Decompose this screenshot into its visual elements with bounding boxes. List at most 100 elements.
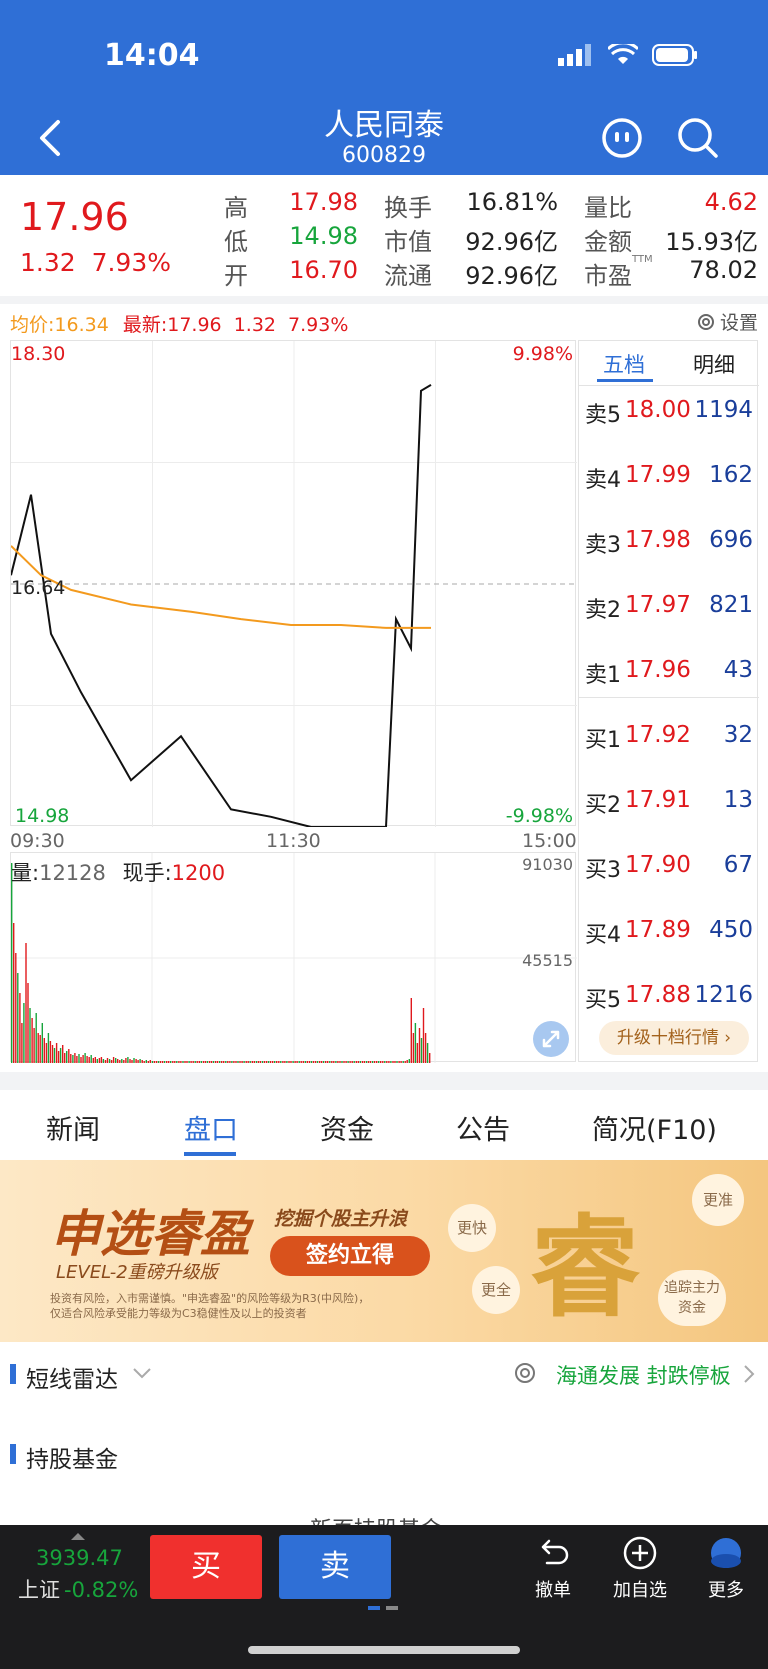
- divider: [0, 1072, 768, 1090]
- volume-chart[interactable]: 量:12128 现手:1200 91030 45515: [10, 852, 577, 1063]
- bid-row[interactable]: 买3 17.90 67: [579, 846, 759, 886]
- intraday-chart[interactable]: 18.30 16.64 14.98 9.98% -9.98%: [10, 340, 577, 827]
- tab-news[interactable]: 新闻: [46, 1108, 100, 1147]
- ask-row[interactable]: 卖2 17.97 821: [579, 586, 759, 626]
- volume-bar: [412, 1033, 415, 1063]
- wifi-icon: [608, 44, 638, 64]
- expand-chart-button[interactable]: [533, 1021, 569, 1057]
- volume-bar: [376, 1061, 378, 1063]
- holding-funds-row[interactable]: 持股基金: [0, 1440, 768, 1490]
- volume-bar: [98, 1058, 101, 1063]
- search-icon[interactable]: [676, 116, 720, 160]
- volume-bar: [141, 1060, 143, 1063]
- stat-label: 低: [224, 228, 248, 256]
- volume-bar: [15, 953, 17, 1063]
- chevron-right-icon[interactable]: [742, 1364, 756, 1384]
- volume-bar: [261, 1061, 264, 1063]
- bid-row[interactable]: 买5 17.88 1216: [579, 976, 759, 1016]
- volume-bar: [263, 1061, 266, 1063]
- volume-bar: [402, 1061, 404, 1063]
- volume-bar: [398, 1061, 400, 1063]
- volume-bar: [119, 1060, 121, 1063]
- volume-bar: [347, 1061, 349, 1063]
- volume-bar: [96, 1059, 98, 1063]
- gear-icon[interactable]: [512, 1360, 538, 1386]
- volume-bar: [237, 1061, 239, 1063]
- volume-bar: [86, 1056, 88, 1063]
- level-volume: 696: [709, 527, 753, 553]
- volume-bar: [429, 1053, 431, 1063]
- banner-sub: LEVEL-2重磅升级版: [56, 1262, 218, 1283]
- robot-icon[interactable]: [600, 116, 644, 160]
- level-volume: 162: [709, 462, 753, 488]
- volume-bar: [37, 1033, 39, 1063]
- index-ticker[interactable]: 上证 -0.82%: [18, 1574, 138, 1604]
- short-radar-row[interactable]: 短线雷达 海通发展 封跌停板: [0, 1360, 768, 1410]
- bubble-accurate: 更准: [692, 1174, 744, 1226]
- ask-row[interactable]: 卖3 17.98 696: [579, 521, 759, 561]
- tab-details[interactable]: 明细: [693, 349, 735, 379]
- volume-bar: [161, 1061, 164, 1063]
- tab-f10[interactable]: 简况(F10): [592, 1108, 717, 1147]
- tab-announcements[interactable]: 公告: [456, 1108, 510, 1147]
- radar-alert-text[interactable]: 海通发展 封跌停板: [556, 1360, 731, 1390]
- volume-bar: [278, 1061, 280, 1063]
- volume-bar: [229, 1061, 231, 1063]
- stat-value: 78.02: [689, 256, 758, 284]
- content-tabs: 新闻 盘口 资金 公告 简况(F10): [0, 1090, 768, 1158]
- stat-label: 流通: [384, 262, 432, 290]
- chart-settings-button[interactable]: 设置: [696, 308, 758, 335]
- level-label: 卖5: [585, 403, 621, 428]
- stat-value: 14.98: [289, 222, 358, 250]
- volume-bar: [204, 1061, 207, 1063]
- tab-funds[interactable]: 资金: [320, 1108, 374, 1147]
- section-marker: [10, 1364, 16, 1384]
- ask-row[interactable]: 卖1 17.96 43: [579, 651, 759, 691]
- volume-bar: [196, 1061, 198, 1063]
- sell-button[interactable]: 卖: [279, 1535, 391, 1599]
- bid-row[interactable]: 买4 17.89 450: [579, 911, 759, 951]
- volume-bar: [357, 1061, 359, 1063]
- volume-bar: [288, 1061, 290, 1063]
- order-book: 五档 明细 卖5 18.00 1194 卖4 17.99 162 卖3 17.98 696 卖2 1…: [578, 340, 759, 1062]
- volume-bar: [139, 1059, 141, 1063]
- stat-label: 量比: [584, 194, 632, 222]
- volume-bar: [188, 1061, 190, 1063]
- volume-bar: [100, 1057, 103, 1063]
- more-button[interactable]: 更多: [696, 1535, 756, 1602]
- volume-bar: [76, 1056, 78, 1063]
- ask-row[interactable]: 卖5 18.00 1194: [579, 391, 759, 431]
- current-price: 17.96: [20, 195, 129, 239]
- volume-bar: [239, 1061, 241, 1063]
- ask-row[interactable]: 卖4 17.99 162: [579, 456, 759, 496]
- volume-bar: [208, 1061, 211, 1063]
- volume-bar: [331, 1061, 333, 1063]
- volume-bar: [255, 1061, 258, 1063]
- volume-bar: [27, 983, 29, 1063]
- stat-value: 92.96亿: [465, 262, 558, 290]
- tab-orderbook[interactable]: 盘口: [184, 1108, 238, 1147]
- volume-bar: [153, 1061, 156, 1063]
- chevron-down-icon[interactable]: [132, 1366, 152, 1380]
- volume-bar: [272, 1061, 274, 1063]
- stat-label: 高: [224, 194, 248, 222]
- buy-button[interactable]: 买: [150, 1535, 262, 1599]
- tab-five-levels[interactable]: 五档: [603, 349, 645, 379]
- level-volume: 32: [723, 722, 753, 748]
- volume-bar: [212, 1061, 215, 1063]
- cancel-order-button[interactable]: 撤单: [523, 1535, 583, 1602]
- upgrade-ten-levels-button[interactable]: 升级十档行情 ›: [599, 1021, 749, 1055]
- bid-row[interactable]: 买2 17.91 13: [579, 781, 759, 821]
- bid-row[interactable]: 买1 17.92 32: [579, 716, 759, 756]
- volume-bar: [127, 1057, 129, 1063]
- volume-bar: [418, 1028, 421, 1063]
- volume-bar: [180, 1061, 182, 1063]
- banner-cta-button[interactable]: 签约立得: [270, 1236, 430, 1276]
- caret-up-icon[interactable]: [70, 1531, 86, 1541]
- time-end-label: 15:00: [522, 830, 577, 852]
- volume-bar: [155, 1061, 158, 1063]
- volume-bar: [420, 1038, 423, 1063]
- promo-banner[interactable]: 申选睿盈 LEVEL-2重磅升级版 挖掘个股主升浪 签约立得 投资有风险，入市需…: [0, 1160, 768, 1342]
- add-watchlist-button[interactable]: 加自选: [610, 1535, 670, 1602]
- vol-mid-label: 45515: [522, 951, 573, 970]
